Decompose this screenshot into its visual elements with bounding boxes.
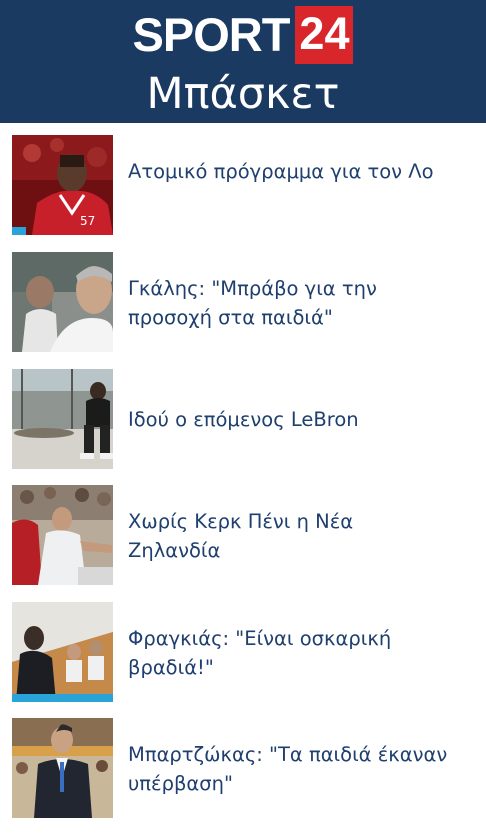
article-thumbnail xyxy=(12,485,113,585)
article-title[interactable]: Ατομικό πρόγραμμα για τον Λο xyxy=(128,157,448,186)
article-title[interactable]: Χωρίς Κερκ Πένι η Νέα Ζηλανδία xyxy=(128,507,448,565)
article-thumbnail: 57 xyxy=(12,135,113,235)
logo-text: SPORT xyxy=(132,8,291,61)
article-thumbnail xyxy=(12,602,113,702)
app-header: SPORT 24 Μπάσκετ xyxy=(0,0,486,123)
svg-text:57: 57 xyxy=(80,214,95,228)
sport24-logo[interactable]: SPORT 24 xyxy=(0,6,486,64)
article-item[interactable]: Χωρίς Κερκ Πένι η Νέα Ζηλανδία xyxy=(0,485,486,601)
article-item[interactable]: Μπαρτζώκας: "Τα παιδιά έκαναν υπέρβαση" xyxy=(0,718,486,834)
article-item[interactable]: Φραγκιάς: "Είναι οσκαρική βραδιά!" xyxy=(0,602,486,718)
article-title[interactable]: Γκάλης: "Μπράβο για την προσοχή στα παιδ… xyxy=(128,274,448,332)
section-title: Μπάσκετ xyxy=(146,69,340,119)
article-title[interactable]: Ιδού ο επόμενος LeBron xyxy=(128,405,448,434)
article-item[interactable]: Ιδού ο επόμενος LeBron xyxy=(0,369,486,485)
article-title[interactable]: Μπαρτζώκας: "Τα παιδιά έκαναν υπέρβαση" xyxy=(128,740,448,798)
logo-number-badge: 24 xyxy=(295,6,354,64)
article-thumbnail xyxy=(12,252,113,352)
article-item[interactable]: Γκάλης: "Μπράβο για την προσοχή στα παιδ… xyxy=(0,252,486,368)
article-thumbnail xyxy=(12,369,113,469)
article-item[interactable]: 57 Ατομικό πρόγραμμα για τον Λο xyxy=(0,135,486,251)
article-thumbnail xyxy=(12,718,113,818)
article-title[interactable]: Φραγκιάς: "Είναι οσκαρική βραδιά!" xyxy=(128,624,448,682)
